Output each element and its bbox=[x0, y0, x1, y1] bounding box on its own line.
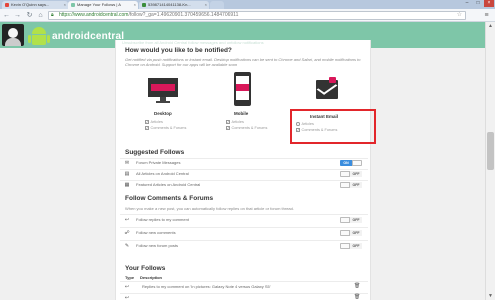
notify-description: Get notified via push notifications or i… bbox=[125, 57, 361, 67]
comments-forums-heading: Follow Comments & Forums bbox=[125, 195, 214, 202]
comments-icon: ☍ bbox=[124, 230, 130, 236]
comments-row: ↩ Follow replies to my comment OFF bbox=[120, 215, 368, 226]
image-favicon-icon bbox=[142, 3, 146, 7]
scroll-down-icon[interactable]: ▼ bbox=[486, 292, 495, 300]
tab-3[interactable]: 539871414041138-Kn... × bbox=[139, 1, 209, 9]
comments-forums-description: When you make a new post, you can automa… bbox=[125, 206, 294, 211]
close-window-icon[interactable]: × bbox=[484, 0, 494, 7]
scroll-thumb[interactable] bbox=[487, 132, 494, 170]
address-toolbar: ← → ↻ ⌂ 🔒︎ https://www.androidcentral.co… bbox=[0, 9, 495, 22]
minimize-icon[interactable]: – bbox=[462, 0, 472, 7]
suggested-row: ✉ Forum Private Messages ON bbox=[120, 158, 368, 169]
suggested-row: ▦ Featured Articles on Android Central O… bbox=[120, 180, 368, 191]
col-description: Description bbox=[140, 275, 163, 280]
tab-2[interactable]: Manage Your Follows | A × bbox=[68, 1, 138, 9]
gmail-favicon-icon bbox=[5, 3, 9, 7]
group-icon: ✉ bbox=[124, 160, 130, 166]
back-icon[interactable]: ← bbox=[2, 11, 11, 20]
close-tab-icon[interactable]: × bbox=[205, 1, 207, 9]
reply-icon: ↩ bbox=[124, 284, 130, 290]
comments-row: ✎ Follow new forum posts OFF bbox=[120, 241, 368, 252]
close-tab-icon[interactable]: × bbox=[134, 1, 136, 9]
mobile-phone-icon bbox=[234, 72, 251, 106]
maximize-icon[interactable]: □ bbox=[473, 0, 483, 7]
page-scrollbar[interactable]: ▲ ▼ bbox=[485, 22, 495, 300]
androidcentral-favicon-icon bbox=[71, 3, 75, 7]
scroll-up-icon[interactable]: ▲ bbox=[486, 22, 495, 30]
follow-row: ↩ Replies to my comment on 'In pictures:… bbox=[124, 283, 361, 290]
url-path: /follow?_ga=1.49620901.370459656.1484706… bbox=[128, 12, 239, 18]
page-viewport: androidcentral Unsubscribe from all Andr… bbox=[0, 22, 495, 300]
trash-icon[interactable]: 🗑︎ bbox=[354, 283, 360, 289]
tab-1[interactable]: Kevin O'Quinn says... × bbox=[2, 1, 68, 9]
desktop-monitor-icon bbox=[148, 75, 178, 105]
articles-icon: ▤ bbox=[124, 171, 130, 177]
col-type: Type bbox=[125, 275, 135, 280]
avatar[interactable] bbox=[2, 24, 24, 46]
new-tab-button[interactable] bbox=[210, 1, 224, 9]
forward-icon[interactable]: → bbox=[13, 11, 22, 20]
highlight-annotation-box bbox=[290, 109, 376, 144]
toggle-switch[interactable]: OFF bbox=[340, 243, 362, 249]
suggested-heading: Suggested Follows bbox=[125, 149, 185, 156]
toggle-switch[interactable]: OFF bbox=[340, 230, 362, 236]
notify-heading: How would you like to be notified? bbox=[125, 47, 232, 54]
lock-icon: 🔒︎ bbox=[51, 12, 54, 18]
mobile-comments-checkbox[interactable]: ✓ Comments & Forums bbox=[226, 126, 267, 130]
close-tab-icon[interactable]: × bbox=[64, 1, 66, 9]
toggle-switch[interactable]: OFF bbox=[340, 182, 362, 188]
android-logo-icon bbox=[28, 26, 50, 46]
chrome-menu-icon[interactable]: ≡ bbox=[482, 11, 491, 20]
follow-row-partial: ↩ 🗑︎ bbox=[120, 293, 368, 300]
toggle-switch[interactable]: ON bbox=[340, 160, 362, 166]
desktop-comments-checkbox[interactable]: ✓ Comments & Forums bbox=[145, 126, 186, 130]
tab-strip: Kevin O'Quinn says... × Manage Your Foll… bbox=[0, 0, 495, 9]
your-follows-heading: Your Follows bbox=[125, 265, 166, 272]
option-desktop-title: Desktop bbox=[154, 111, 172, 116]
reply-icon: ↩ bbox=[124, 295, 130, 300]
toggle-switch[interactable]: OFF bbox=[340, 171, 362, 177]
bookmark-star-icon[interactable]: ☆ bbox=[457, 12, 462, 19]
desktop-articles-checkbox[interactable]: ✓ Articles bbox=[145, 120, 163, 124]
forum-icon: ✎ bbox=[124, 243, 130, 249]
featured-icon: ▦ bbox=[124, 182, 130, 188]
faded-header-text: Unsubscribe from all Android Central fol… bbox=[122, 40, 264, 45]
tab-3-label: 539871414041138-Kn... bbox=[148, 2, 191, 7]
tab-2-label: Manage Your Follows | A bbox=[77, 2, 121, 7]
trash-icon[interactable]: 🗑︎ bbox=[354, 294, 360, 300]
option-mobile-title: Mobile bbox=[234, 111, 249, 116]
site-logo[interactable]: androidcentral bbox=[52, 31, 124, 42]
toggle-switch[interactable]: OFF bbox=[340, 217, 362, 223]
mobile-articles-checkbox[interactable]: ✓ Articles bbox=[226, 120, 244, 124]
home-icon[interactable]: ⌂ bbox=[36, 11, 45, 20]
comments-row: ☍ Follow new comments OFF bbox=[120, 228, 368, 239]
reload-icon[interactable]: ↻ bbox=[25, 11, 34, 20]
tab-1-label: Kevin O'Quinn says... bbox=[11, 2, 50, 7]
email-envelope-icon bbox=[316, 77, 338, 99]
url-input[interactable]: 🔒︎ https://www.androidcentral.com/follow… bbox=[48, 11, 466, 20]
reply-icon: ↩ bbox=[124, 217, 130, 223]
url-secure: https://www.androidcentral.com bbox=[59, 12, 129, 18]
suggested-row: ▤ All Articles on Android Central OFF bbox=[120, 169, 368, 180]
